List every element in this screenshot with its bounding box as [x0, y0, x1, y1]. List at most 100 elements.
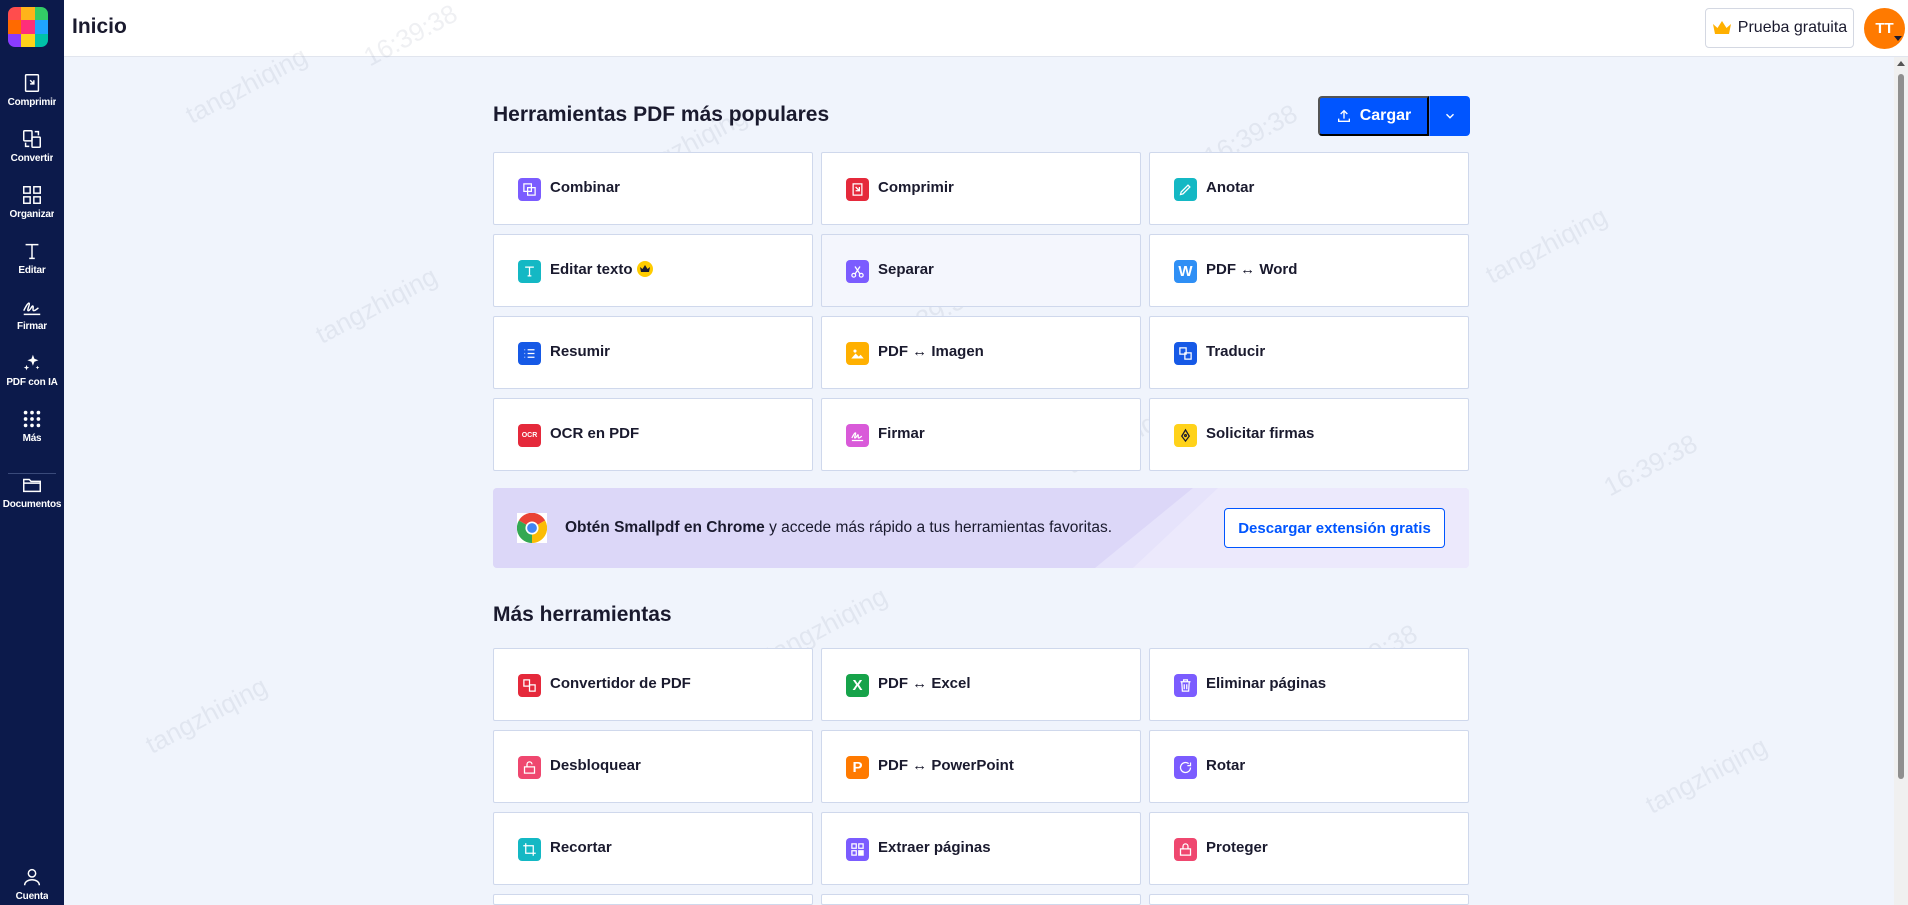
- tool-label: Traducir: [1206, 343, 1266, 360]
- translate-icon: [1174, 342, 1197, 365]
- tool-merge[interactable]: Combinar: [493, 152, 813, 225]
- tool-label: PDF ↔ Imagen: [878, 343, 984, 360]
- sidebar: Comprimir Convertir Organizar Editar Fir…: [0, 0, 64, 905]
- sign-icon: [23, 302, 41, 316]
- tool-crop[interactable]: Recortar: [493, 812, 813, 885]
- crown-icon: [1712, 21, 1731, 34]
- tool-label: Extraer páginas: [878, 839, 991, 856]
- scissors-icon: [846, 260, 869, 283]
- tool-sign[interactable]: Firmar: [821, 398, 1141, 471]
- excel-icon: X: [846, 674, 869, 697]
- trash-icon: [1174, 674, 1197, 697]
- tool-annotate[interactable]: Anotar: [1149, 152, 1469, 225]
- sidebar-item-label: Más: [22, 433, 42, 444]
- unlock-icon: [518, 756, 541, 779]
- tool-translate[interactable]: Traducir: [1149, 316, 1469, 389]
- tool-label: Anotar: [1206, 179, 1255, 196]
- sidebar-item-organize[interactable]: Organizar: [0, 180, 64, 234]
- tool-partial[interactable]: [493, 894, 813, 905]
- word-icon: W: [1174, 260, 1197, 283]
- tool-extract-pages[interactable]: Extraer páginas: [821, 812, 1141, 885]
- watermark-user: tangzhiqing: [310, 260, 443, 350]
- tool-split[interactable]: Separar: [821, 234, 1141, 307]
- page-scrollbar[interactable]: [1894, 57, 1908, 905]
- tool-pdf-powerpoint[interactable]: P PDF ↔ PowerPoint: [821, 730, 1141, 803]
- sidebar-item-label: Convertir: [10, 153, 54, 164]
- upload-options-button[interactable]: [1429, 96, 1470, 136]
- tool-ocr[interactable]: OCR OCR en PDF: [493, 398, 813, 471]
- tool-compress[interactable]: Comprimir: [821, 152, 1141, 225]
- sidebar-item-label: Comprimir: [7, 97, 57, 108]
- sidebar-item-more[interactable]: Más: [0, 404, 64, 458]
- sidebar-item-compress[interactable]: Comprimir: [0, 68, 64, 122]
- tool-unlock[interactable]: Desbloquear: [493, 730, 813, 803]
- tool-pdf-image[interactable]: PDF ↔ Imagen: [821, 316, 1141, 389]
- scrollbar-thumb[interactable]: [1898, 74, 1904, 779]
- crop-icon: [518, 838, 541, 861]
- sidebar-item-ai-pdf[interactable]: PDF con IA: [0, 348, 64, 402]
- smallpdf-logo[interactable]: [8, 7, 48, 47]
- sidebar-item-sign[interactable]: Firmar: [0, 292, 64, 346]
- tool-label: Combinar: [550, 179, 621, 196]
- tool-pdf-word[interactable]: W PDF ↔ Word: [1149, 234, 1469, 307]
- scroll-up-icon[interactable]: [1897, 61, 1905, 66]
- sparkle-icon: [23, 354, 40, 371]
- logo-tile: [34, 7, 48, 21]
- image-icon: [846, 342, 869, 365]
- converter-icon: [518, 674, 541, 697]
- sidebar-item-edit[interactable]: Editar: [0, 236, 64, 290]
- tool-label: Separar: [878, 261, 934, 278]
- tool-label: Firmar: [878, 425, 925, 442]
- tool-label: Comprimir: [878, 179, 954, 196]
- tool-label: Eliminar páginas: [1206, 675, 1327, 692]
- logo-tile: [8, 7, 22, 21]
- free-trial-button[interactable]: Prueba gratuita: [1705, 8, 1854, 48]
- chevron-down-icon: [1446, 113, 1454, 119]
- tool-protect[interactable]: Proteger: [1149, 812, 1469, 885]
- tool-label: Editar texto: [550, 261, 653, 278]
- chrome-icon: [517, 513, 547, 543]
- sidebar-item-label: PDF con IA: [6, 377, 58, 388]
- download-extension-button[interactable]: Descargar extensión gratis: [1224, 508, 1445, 548]
- merge-icon: [518, 178, 541, 201]
- tool-rotate[interactable]: Rotar: [1149, 730, 1469, 803]
- watermark-user: tangzhiqing: [1480, 200, 1613, 290]
- logo-tile: [34, 20, 48, 34]
- tool-label: Solicitar firmas: [1206, 425, 1315, 442]
- chrome-extension-banner: Obtén Smallpdf en Chrome y accede más rá…: [493, 488, 1469, 568]
- more-tools-title: Más herramientas: [493, 603, 672, 626]
- upload-label: Cargar: [1359, 107, 1412, 124]
- free-trial-label: Prueba gratuita: [1737, 19, 1848, 36]
- logo-tile: [8, 20, 22, 34]
- avatar[interactable]: TT: [1864, 8, 1905, 49]
- powerpoint-icon: P: [846, 756, 869, 779]
- sidebar-item-documents[interactable]: Documentos: [0, 470, 64, 524]
- banner-bold-text: Obtén Smallpdf en Chrome: [565, 519, 765, 536]
- banner-text: Obtén Smallpdf en Chrome y accede más rá…: [565, 519, 1112, 537]
- tool-pdf-excel[interactable]: X PDF ↔ Excel: [821, 648, 1141, 721]
- pencil-icon: [1174, 178, 1197, 201]
- user-icon: [23, 868, 41, 886]
- tool-pdf-converter[interactable]: Convertidor de PDF: [493, 648, 813, 721]
- folder-icon: [23, 478, 41, 493]
- sidebar-item-account[interactable]: Cuenta: [0, 862, 64, 905]
- tool-label: Proteger: [1206, 839, 1268, 856]
- lock-icon: [1174, 838, 1197, 861]
- tool-partial[interactable]: [1149, 894, 1469, 905]
- chevron-down-icon[interactable]: [1894, 36, 1902, 41]
- tool-label: PDF ↔ Word: [1206, 261, 1298, 278]
- tool-edit-text[interactable]: Editar texto: [493, 234, 813, 307]
- sidebar-item-convert[interactable]: Convertir: [0, 124, 64, 178]
- watermark-time: 16:39:38: [1598, 428, 1703, 503]
- tool-request-signatures[interactable]: Solicitar firmas: [1149, 398, 1469, 471]
- sidebar-item-label: Editar: [18, 265, 46, 276]
- tool-label: PDF ↔ PowerPoint: [878, 757, 1014, 774]
- page-title: Inicio: [72, 15, 127, 38]
- tool-delete-pages[interactable]: Eliminar páginas: [1149, 648, 1469, 721]
- tool-summarize[interactable]: Resumir: [493, 316, 813, 389]
- logo-tile: [8, 33, 22, 47]
- upload-button[interactable]: Cargar: [1318, 96, 1429, 136]
- tool-label: PDF ↔ Excel: [878, 675, 971, 692]
- logo-tile: [34, 33, 48, 47]
- tool-partial[interactable]: [821, 894, 1141, 905]
